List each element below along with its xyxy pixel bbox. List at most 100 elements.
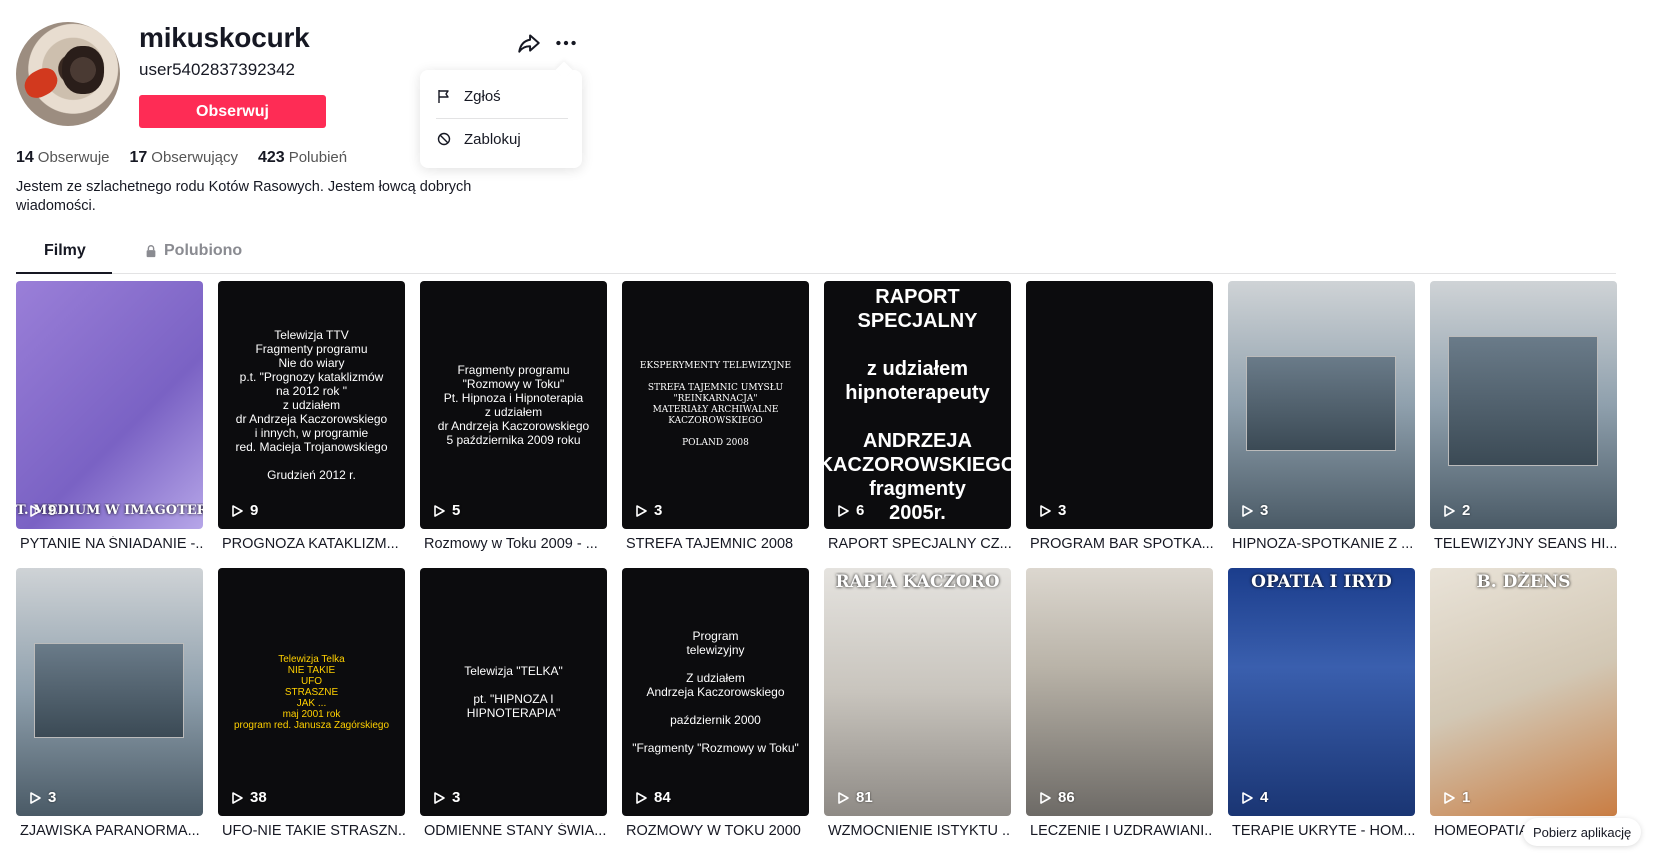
view-count: 2	[1442, 502, 1470, 519]
share-icon[interactable]	[516, 30, 542, 56]
video-caption[interactable]: UFO-NIE TAKIE STRASZN...	[218, 823, 405, 839]
video-caption[interactable]: TELEWIZYJNY SEANS HI...	[1430, 536, 1617, 552]
view-count: 86	[1038, 789, 1075, 806]
video-card[interactable]: RAPIA KACZORO 81 WZMOCNIENIE ISTYKTU ...	[824, 568, 1011, 839]
video-caption[interactable]: RAPORT SPECJALNY CZ....	[824, 536, 1011, 552]
video-caption[interactable]: STREFA TAJEMNIC 2008	[622, 536, 809, 552]
get-app-button[interactable]: Pobierz aplikację	[1523, 818, 1642, 846]
video-card[interactable]: Telewizja TTV Fragmenty programu Nie do …	[218, 281, 405, 552]
video-caption[interactable]: PROGNOZA KATAKLIZM...	[218, 536, 405, 552]
avatar[interactable]	[16, 22, 120, 126]
tab-videos[interactable]: Filmy	[44, 242, 86, 260]
view-count: 84	[634, 789, 671, 806]
user-handle: user5402837392342	[139, 60, 295, 79]
report-label: Zgłoś	[464, 87, 501, 105]
video-thumbnail[interactable]: RAPIA KACZORO 81	[824, 568, 1011, 816]
block-label: Zablokuj	[464, 130, 521, 148]
thumbnail-overlay-text: B. DŻENS	[1476, 572, 1571, 592]
video-card[interactable]: Telewizja Telka NIE TAKIE UFO STRASZNE J…	[218, 568, 405, 839]
video-thumbnail[interactable]: RAPORT SPECJALNY z udziałem hipnoterapeu…	[824, 281, 1011, 529]
thumbnail-overlay-text: RAPIA KACZORO	[835, 572, 1000, 592]
play-icon	[232, 791, 243, 804]
video-caption[interactable]: PYTANIE NA ŚNIADANIE -...	[16, 536, 203, 552]
tv-frame	[1448, 336, 1598, 466]
video-caption[interactable]: ROZMOWY W TOKU 2000	[622, 823, 809, 839]
tab-liked[interactable]: Polubiono	[144, 242, 242, 260]
block-icon	[437, 132, 451, 146]
video-thumbnail[interactable]: 3	[1026, 281, 1213, 529]
video-thumbnail[interactable]: Program telewizyjny Z udziałem Andrzeja …	[622, 568, 809, 816]
video-caption[interactable]: WZMOCNIENIE ISTYKTU ...	[824, 823, 1011, 839]
video-card[interactable]: B. DŻENS 1 HOMEOPATIA-	[1430, 568, 1617, 839]
video-thumbnail[interactable]: 86	[1026, 568, 1213, 816]
play-icon	[232, 504, 243, 517]
video-thumbnail[interactable]: 3	[16, 568, 203, 816]
video-caption[interactable]: Rozmowy w Toku 2009 - ...	[420, 536, 607, 552]
video-thumbnail[interactable]: T. MEDIUM W IMAGOTERAP9	[16, 281, 203, 529]
view-count: 38	[230, 789, 267, 806]
play-icon	[434, 791, 445, 804]
view-count: 3	[432, 789, 460, 806]
play-icon	[1040, 504, 1051, 517]
play-icon	[434, 504, 445, 517]
video-card[interactable]: T. MEDIUM W IMAGOTERAP9 PYTANIE NA ŚNIADA…	[16, 281, 203, 552]
thumbnail-text: Program telewizyjny Z udziałem Andrzeja …	[632, 629, 799, 755]
video-card[interactable]: EKSPERYMENTY TELEWIZYJNE STREFA TAJEMNIC…	[622, 281, 809, 552]
play-icon	[1444, 504, 1455, 517]
video-thumbnail[interactable]: 2	[1430, 281, 1617, 529]
video-thumbnail[interactable]: 3	[1228, 281, 1415, 529]
video-thumbnail[interactable]: Fragmenty programu "Rozmowy w Toku" Pt. …	[420, 281, 607, 529]
video-thumbnail[interactable]: Telewizja "TELKA" pt. "HIPNOZA I HIPNOTE…	[420, 568, 607, 816]
tv-frame	[34, 643, 184, 738]
video-thumbnail[interactable]: Telewizja Telka NIE TAKIE UFO STRASZNE J…	[218, 568, 405, 816]
video-caption[interactable]: ZJAWISKA PARANORMA...	[16, 823, 203, 839]
view-count: 9	[230, 502, 258, 519]
username: mikuskocurk	[139, 22, 310, 53]
block-menu-item[interactable]: Zablokuj	[436, 127, 521, 151]
view-count: 6	[836, 502, 864, 519]
view-count: 1	[1442, 789, 1470, 806]
video-card[interactable]: 3 ZJAWISKA PARANORMA...	[16, 568, 203, 839]
view-count: 9	[28, 502, 56, 519]
profile-bio: Jestem ze szlachetnego rodu Kotów Rasowy…	[16, 179, 472, 214]
thumbnail-overlay-text: OPATIA I IRYD	[1251, 572, 1392, 592]
video-caption[interactable]: LECZENIE I UZDRAWIANI...	[1026, 823, 1213, 839]
thumbnail-text: RAPORT SPECJALNY z udziałem hipnoterapeu…	[824, 286, 1011, 524]
video-card[interactable]: Telewizja "TELKA" pt. "HIPNOZA I HIPNOTE…	[420, 568, 607, 839]
report-menu-item[interactable]: Zgłoś	[436, 84, 501, 108]
view-count: 3	[28, 789, 56, 806]
view-count: 81	[836, 789, 873, 806]
video-thumbnail[interactable]: EKSPERYMENTY TELEWIZYJNE STREFA TAJEMNIC…	[622, 281, 809, 529]
profile-tabs: Filmy Polubiono	[16, 238, 1616, 274]
video-card[interactable]: OPATIA I IRYD 4 TERAPIE UKRYTE - HOM...	[1228, 568, 1415, 839]
video-thumbnail[interactable]: Telewizja TTV Fragmenty programu Nie do …	[218, 281, 405, 529]
video-thumbnail[interactable]: OPATIA I IRYD 4	[1228, 568, 1415, 816]
followers-count[interactable]: 17 Obserwujący	[130, 149, 239, 167]
video-card[interactable]: RAPORT SPECJALNY z udziałem hipnoterapeu…	[824, 281, 1011, 552]
view-count: 3	[1240, 502, 1268, 519]
video-card[interactable]: Fragmenty programu "Rozmowy w Toku" Pt. …	[420, 281, 607, 552]
video-caption[interactable]: PROGRAM BAR SPOTKA...	[1026, 536, 1213, 552]
video-card[interactable]: 3 PROGRAM BAR SPOTKA...	[1026, 281, 1213, 552]
thumbnail-text: Telewizja Telka NIE TAKIE UFO STRASZNE J…	[233, 653, 390, 731]
video-thumbnail[interactable]: B. DŻENS 1	[1430, 568, 1617, 816]
following-count[interactable]: 14 Obserwuje	[16, 149, 110, 167]
profile-stats: 14 Obserwuje 17 Obserwujący 423 Polubień	[16, 149, 367, 167]
likes-count: 423 Polubień	[258, 149, 348, 166]
video-card[interactable]: 86 LECZENIE I UZDRAWIANI...	[1026, 568, 1213, 839]
video-caption[interactable]: ODMIENNE STANY ŚWIA...	[420, 823, 607, 839]
view-count: 4	[1240, 789, 1268, 806]
menu-divider	[436, 118, 568, 119]
follow-button[interactable]: Obserwuj	[139, 95, 326, 128]
video-caption[interactable]: TERAPIE UKRYTE - HOM...	[1228, 823, 1415, 839]
video-card[interactable]: 3 HIPNOZA-SPOTKANIE Z ...	[1228, 281, 1415, 552]
video-caption[interactable]: HIPNOZA-SPOTKANIE Z ...	[1228, 536, 1415, 552]
play-icon	[838, 504, 849, 517]
video-card[interactable]: Program telewizyjny Z udziałem Andrzeja …	[622, 568, 809, 839]
video-card[interactable]: 2 TELEWIZYJNY SEANS HI...	[1430, 281, 1617, 552]
thumbnail-text: Telewizja TTV Fragmenty programu Nie do …	[235, 328, 388, 482]
play-icon	[636, 504, 647, 517]
view-count: 3	[1038, 502, 1066, 519]
more-options-icon[interactable]	[553, 30, 579, 56]
thumbnail-text: EKSPERYMENTY TELEWIZYJNE STREFA TAJEMNIC…	[639, 361, 792, 448]
